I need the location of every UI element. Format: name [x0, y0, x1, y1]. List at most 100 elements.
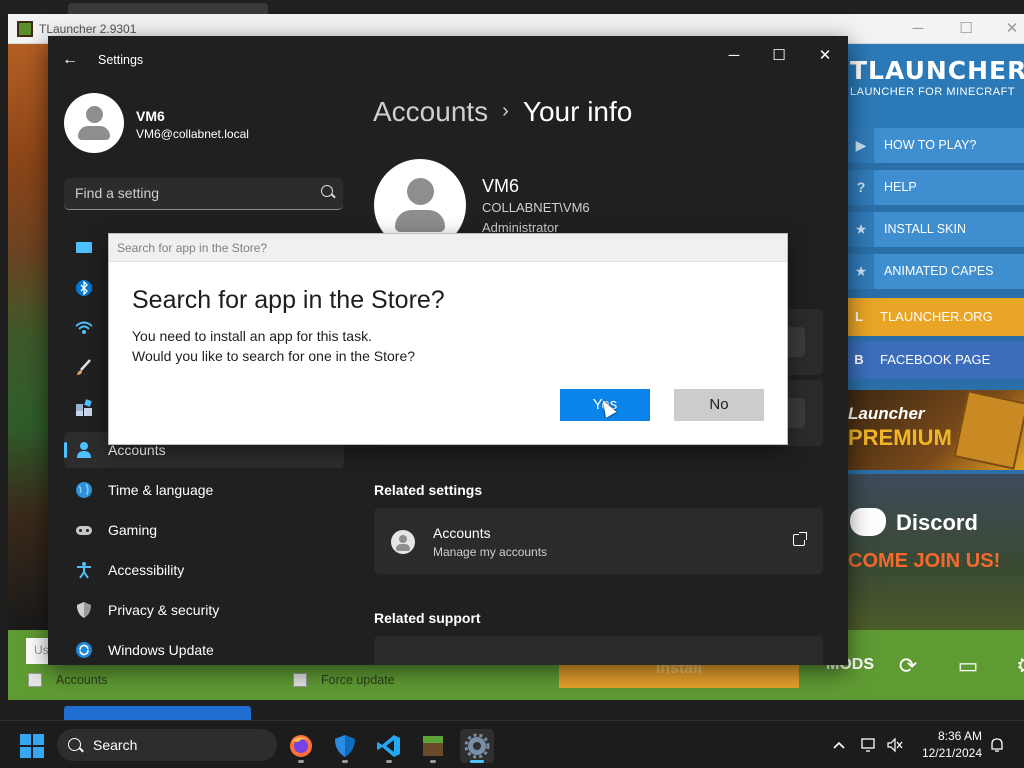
premium-banner[interactable]: Launcher PREMIUM	[848, 390, 1024, 470]
search-icon[interactable]	[321, 185, 333, 197]
nav-accessibility[interactable]: Accessibility	[64, 552, 344, 588]
volume-muted-icon[interactable]	[886, 737, 904, 753]
settings-icon[interactable]	[460, 729, 494, 763]
update-icon	[76, 642, 92, 658]
search-input[interactable]	[64, 178, 304, 208]
force-update-label: Force update	[321, 673, 395, 687]
login-button-edge[interactable]	[64, 706, 251, 720]
discord-name: Discord	[896, 510, 978, 535]
clock-time[interactable]: 8:36 AM	[930, 729, 982, 743]
taskbar: Search 8:36 AM 12/21/2024	[0, 720, 1024, 768]
vscode-icon[interactable]	[372, 729, 406, 763]
maximize-button[interactable]: ☐	[954, 18, 978, 40]
windows-logo-pane	[20, 734, 31, 745]
person-icon	[77, 442, 91, 458]
chevron-up-icon[interactable]	[830, 737, 848, 753]
nav-time-language[interactable]: Time & language	[64, 472, 344, 508]
menu-install-skin[interactable]: ★ INSTALL SKIN	[848, 212, 1024, 250]
discord-join-text: COME JOIN US!	[848, 550, 1001, 572]
background-window-tab	[68, 3, 268, 14]
avatar-body	[396, 544, 410, 551]
no-button[interactable]: No	[674, 389, 764, 421]
link-label: FACEBOOK PAGE	[880, 352, 991, 367]
globe-icon	[76, 482, 92, 498]
link-tlauncher-org[interactable]: L TLAUNCHER.ORG	[848, 298, 1024, 336]
start-button[interactable]	[20, 734, 44, 758]
active-indicator	[64, 442, 67, 458]
menu-how-to-play[interactable]: ▶ HOW TO PLAY?	[848, 128, 1024, 166]
avatar-body	[78, 126, 110, 140]
profile-email: VM6@collabnet.local	[136, 127, 249, 141]
profile-name: VM6	[136, 108, 165, 124]
avatar[interactable]	[64, 93, 124, 153]
minimize-button[interactable]: ─	[714, 42, 754, 70]
firefox-icon[interactable]	[284, 729, 318, 763]
refresh-icon[interactable]: ⟳	[894, 652, 922, 680]
dialog-caption: Search for app in the Store?	[117, 241, 268, 255]
avatar-head	[86, 106, 103, 123]
avatar-body	[395, 210, 445, 232]
nav-windows-update[interactable]: Windows Update	[64, 632, 344, 665]
notification-bell-icon[interactable]	[988, 737, 1006, 753]
gear-icon[interactable]: ⚙	[1012, 652, 1024, 680]
nav-label: Accessibility	[108, 562, 185, 578]
windows-logo-pane	[20, 747, 31, 758]
windows-logo-pane	[33, 734, 44, 745]
star-icon: ★	[848, 254, 874, 289]
maximize-button[interactable]: ☐	[759, 42, 799, 70]
running-indicator	[430, 760, 436, 763]
accounts-checkbox-label: Accounts	[56, 673, 108, 687]
star-icon: ★	[848, 212, 874, 247]
settings-window-title: Settings	[98, 53, 144, 67]
brush-icon	[77, 359, 91, 375]
force-update-checkbox[interactable]	[293, 673, 307, 687]
discord-banner[interactable]: Discord COME JOIN US!	[848, 474, 1024, 630]
related-accounts-subtitle: Manage my accounts	[433, 545, 548, 559]
nav-privacy-security[interactable]: Privacy & security	[64, 592, 344, 628]
breadcrumb-parent[interactable]: Accounts	[373, 96, 488, 127]
nav-label: Privacy & security	[108, 602, 220, 618]
network-icon[interactable]	[860, 737, 878, 753]
nav-label: Windows Update	[108, 642, 214, 658]
running-indicator	[386, 760, 392, 763]
minecraft-icon[interactable]	[416, 729, 450, 763]
dialog-heading: Search for app in the Store?	[132, 286, 445, 314]
dialog-message-line2: Would you like to search for one in the …	[132, 348, 416, 364]
menu-help[interactable]: ? HELP	[848, 170, 1024, 208]
accounts-avatar-icon	[391, 530, 415, 554]
folder-icon[interactable]: ▭	[954, 652, 982, 680]
dialog-message-line1: You need to install an app for this task…	[132, 328, 372, 344]
link-label: TLAUNCHER.ORG	[880, 309, 993, 324]
accessibility-icon	[77, 562, 91, 579]
related-support-card[interactable]	[374, 636, 823, 665]
minimize-button[interactable]: ─	[906, 18, 930, 40]
related-settings-title: Related settings	[374, 482, 483, 498]
external-link-icon	[793, 532, 807, 546]
nav-gaming[interactable]: Gaming	[64, 512, 344, 548]
brand-tagline: LAUNCHER FOR MINECRAFT	[850, 86, 1016, 98]
link-facebook-page[interactable]: B FACEBOOK PAGE	[848, 341, 1024, 379]
nav-label: Gaming	[108, 522, 158, 538]
running-indicator	[298, 760, 304, 763]
settings-search[interactable]	[64, 178, 343, 210]
discord-icon	[850, 508, 886, 536]
taskbar-search[interactable]: Search	[57, 729, 277, 761]
shield-icon	[77, 602, 91, 618]
related-accounts-link[interactable]: Accounts Manage my accounts	[374, 508, 823, 574]
accounts-checkbox[interactable]	[28, 673, 42, 687]
settings-titlebar[interactable]: ← Settings ─ ☐ ✕	[48, 36, 848, 84]
tlauncher-brand: TLAUNCHER LAUNCHER FOR MINECRAFT	[848, 44, 1024, 128]
question-icon: ?	[848, 170, 874, 205]
close-button[interactable]: ✕	[805, 42, 845, 70]
menu-animated-capes[interactable]: ★ ANIMATED CAPES	[848, 254, 1024, 292]
account-name: VM6	[482, 176, 520, 196]
running-indicator	[470, 760, 484, 763]
defender-icon[interactable]	[328, 729, 362, 763]
nav-label: Time & language	[108, 482, 214, 498]
breadcrumb: Accounts › Your info	[373, 96, 632, 128]
premium-cube-icon	[953, 390, 1024, 470]
back-arrow-icon[interactable]: ←	[62, 50, 82, 70]
clock-date[interactable]: 12/21/2024	[914, 746, 982, 760]
store-search-dialog: Search for app in the Store? Search for …	[108, 233, 788, 445]
close-button[interactable]: ✕	[1000, 18, 1024, 40]
